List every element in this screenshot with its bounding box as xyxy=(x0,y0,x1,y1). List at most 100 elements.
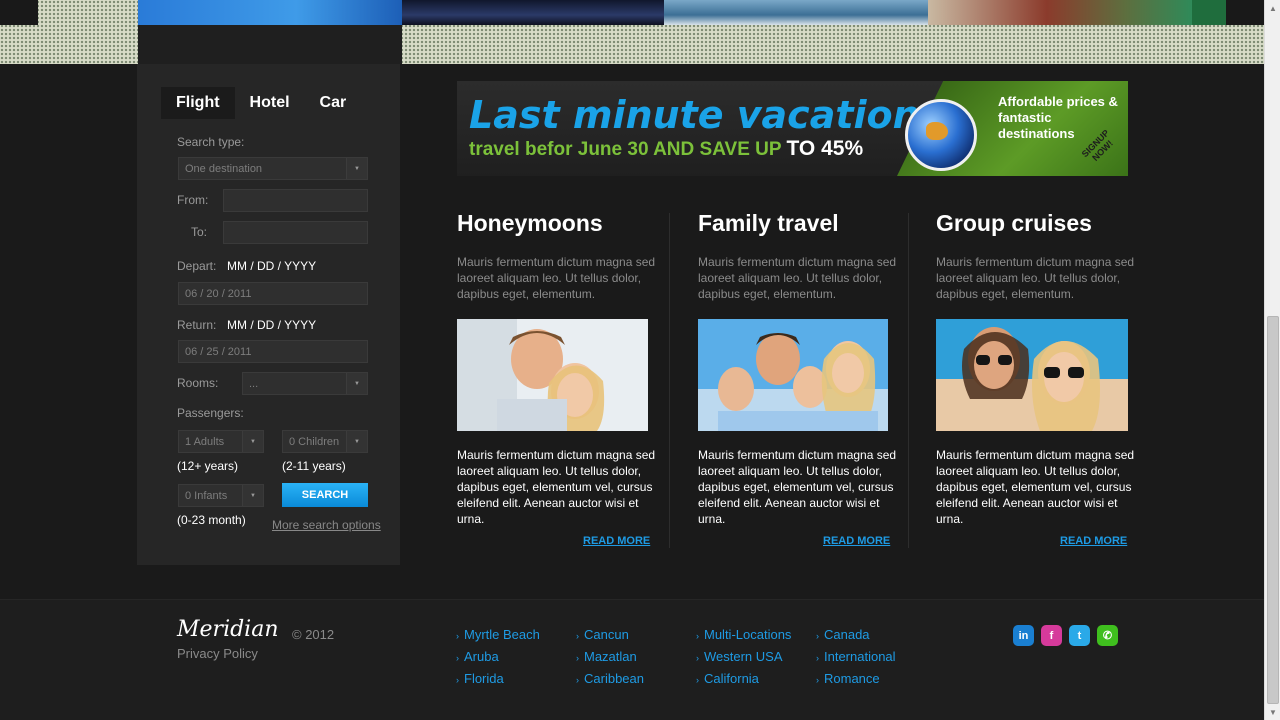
search-button[interactable]: SEARCH xyxy=(282,483,368,507)
column-intro: Mauris fermentum dictum magna sed laoree… xyxy=(457,255,656,301)
footer-link[interactable]: › Romance xyxy=(816,671,880,686)
adults-note: (12+ years) xyxy=(177,459,239,473)
chevron-down-icon: ▼ xyxy=(346,158,367,179)
footer-link-label: Canada xyxy=(824,627,870,642)
return-date-value: 06 / 25 / 2011 xyxy=(185,345,252,358)
footer-link[interactable]: › Canada xyxy=(816,627,870,642)
footer-link-label: Mazatlan xyxy=(584,649,637,664)
from-input[interactable] xyxy=(223,189,368,212)
footer-logo[interactable]: Meridian xyxy=(177,617,279,642)
return-label: Return: xyxy=(177,318,217,332)
read-more-link[interactable]: READ MORE xyxy=(823,535,890,547)
column-body: Mauris fermentum dictum magna sed laoree… xyxy=(698,448,897,526)
bullet-icon: › xyxy=(576,631,579,641)
children-value: 0 Children xyxy=(289,435,340,448)
banner-title: Last minute vacation: xyxy=(469,93,935,137)
more-search-options-link[interactable]: More search options xyxy=(272,518,381,532)
rooms-label: Rooms: xyxy=(177,376,219,390)
tab-car[interactable]: Car xyxy=(305,87,362,119)
depart-format-hint: MM / DD / YYYY xyxy=(227,259,317,273)
banner-subtitle-white: TO 45% xyxy=(786,137,864,160)
footer-link-label: Myrtle Beach xyxy=(464,627,540,642)
footer-link[interactable]: › Florida xyxy=(456,671,504,686)
adults-select[interactable]: 1 Adults ▼ xyxy=(178,430,264,453)
children-note: (2-11 years) xyxy=(282,459,346,473)
promo-banner[interactable]: Last minute vacation: travel befor June … xyxy=(457,81,1128,176)
chevron-down-icon: ▼ xyxy=(242,485,263,506)
footer-link-label: California xyxy=(704,671,759,686)
footer-link[interactable]: › Western USA xyxy=(696,649,783,664)
bullet-icon: › xyxy=(456,653,459,663)
column-photo-couple xyxy=(457,319,648,431)
footer-link-label: Multi-Locations xyxy=(704,627,792,642)
depart-date-input[interactable]: 06 / 20 / 2011 xyxy=(178,282,368,305)
strip-edge-right xyxy=(1226,0,1264,25)
search-type-label: Search type: xyxy=(177,135,245,149)
bullet-icon: › xyxy=(696,631,699,641)
scroll-thumb[interactable] xyxy=(1267,316,1279,704)
privacy-policy-link[interactable]: Privacy Policy xyxy=(177,646,258,661)
adults-value: 1 Adults xyxy=(185,435,225,448)
tab-hotel[interactable]: Hotel xyxy=(235,87,305,119)
infants-select[interactable]: 0 Infants ▼ xyxy=(178,484,264,507)
footer-link[interactable]: › Cancun xyxy=(576,627,629,642)
footer-link-label: International xyxy=(824,649,896,664)
bullet-icon: › xyxy=(456,631,459,641)
column-title: Group cruises xyxy=(936,210,1092,236)
passengers-label: Passengers: xyxy=(177,406,244,420)
to-label: To: xyxy=(191,225,208,239)
footer-link-label: Western USA xyxy=(704,649,783,664)
strip-photo-green xyxy=(1192,0,1226,25)
bullet-icon: › xyxy=(696,653,699,663)
rooms-select[interactable]: ... ▼ xyxy=(242,372,368,395)
footer-link-label: Romance xyxy=(824,671,880,686)
chat-icon[interactable]: ✆ xyxy=(1097,625,1118,646)
scroll-up-icon[interactable]: ▲ xyxy=(1265,0,1280,16)
footer-link[interactable]: › Mazatlan xyxy=(576,649,637,664)
twitter-icon[interactable]: t xyxy=(1069,625,1090,646)
strip-photo-night xyxy=(402,0,664,25)
bullet-icon: › xyxy=(816,653,819,663)
bullet-icon: › xyxy=(696,675,699,685)
from-label: From: xyxy=(177,193,209,207)
depart-label: Depart: xyxy=(177,259,217,273)
column-title: Family travel xyxy=(698,210,839,236)
footer-link[interactable]: › Multi-Locations xyxy=(696,627,791,642)
search-type-value: One destination xyxy=(185,162,263,175)
search-tabs: Flight Hotel Car xyxy=(161,87,361,119)
footer-link[interactable]: › Caribbean xyxy=(576,671,644,686)
to-input[interactable] xyxy=(223,221,368,244)
footer-link-label: Florida xyxy=(464,671,504,686)
read-more-link[interactable]: READ MORE xyxy=(1060,535,1127,547)
column-intro: Mauris fermentum dictum magna sed laoree… xyxy=(936,255,1135,301)
tab-flight[interactable]: Flight xyxy=(161,87,235,119)
chevron-down-icon: ▼ xyxy=(242,431,263,452)
footer-link[interactable]: › International xyxy=(816,649,896,664)
column-photo-friends xyxy=(936,319,1128,431)
infants-value: 0 Infants xyxy=(185,489,228,502)
strip-photo-city xyxy=(928,0,1192,25)
footer-link[interactable]: › Myrtle Beach xyxy=(456,627,540,642)
footer-link-label: Aruba xyxy=(464,649,499,664)
footer-link[interactable]: › California xyxy=(696,671,759,686)
column-divider xyxy=(908,213,909,548)
footer-link[interactable]: › Aruba xyxy=(456,649,499,664)
bullet-icon: › xyxy=(816,631,819,641)
column-body: Mauris fermentum dictum magna sed laoree… xyxy=(457,448,656,526)
vertical-scrollbar[interactable]: ▲ ▼ xyxy=(1264,0,1280,720)
linkedin-icon[interactable]: in xyxy=(1013,625,1034,646)
read-more-link[interactable]: READ MORE xyxy=(583,535,650,547)
bullet-icon: › xyxy=(576,675,579,685)
return-date-input[interactable]: 06 / 25 / 2011 xyxy=(178,340,368,363)
banner-subtitle: travel befor June 30 AND SAVE UP TO 45% xyxy=(469,137,863,161)
search-type-select[interactable]: One destination ▼ xyxy=(178,157,368,180)
column-body: Mauris fermentum dictum magna sed laoree… xyxy=(936,448,1135,526)
scroll-down-icon[interactable]: ▼ xyxy=(1265,704,1280,720)
flickr-icon[interactable]: f xyxy=(1041,625,1062,646)
rooms-value: ... xyxy=(249,377,259,390)
children-select[interactable]: 0 Children ▼ xyxy=(282,430,368,453)
return-format-hint: MM / DD / YYYY xyxy=(227,318,317,332)
strip-edge-left xyxy=(0,0,38,25)
bullet-icon: › xyxy=(816,675,819,685)
bullet-icon: › xyxy=(576,653,579,663)
